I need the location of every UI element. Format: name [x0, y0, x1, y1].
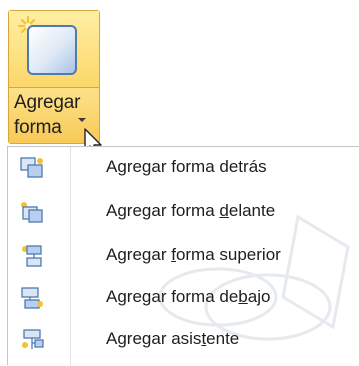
shape-below-icon	[21, 287, 43, 309]
menu-item-label: Agregar forma delante	[106, 201, 276, 220]
shape-ahead-icon	[21, 202, 43, 223]
shape-icon	[27, 25, 77, 75]
caret-down-icon[interactable]	[78, 118, 86, 122]
add-shape-label-line2: forma	[14, 117, 62, 138]
menu-item-add-assistant[interactable]: Agregar asistente	[8, 319, 359, 359]
add-shape-split-button[interactable]: Agregar forma	[8, 10, 100, 144]
menu-item-add-shape-above[interactable]: Agregar forma superior	[8, 235, 359, 275]
menu-item-add-shape-behind[interactable]: Agregar forma detrás	[8, 147, 359, 187]
add-shape-menu: Agregar forma detrás Agregar forma delan…	[7, 146, 359, 366]
menu-item-label: Agregar asistente	[106, 329, 240, 348]
assistant-icon	[22, 329, 44, 349]
menu-item-label: Agregar forma detrás	[106, 157, 267, 176]
shape-behind-icon	[20, 157, 43, 178]
shape-above-icon	[22, 245, 42, 267]
menu-item-add-shape-below[interactable]: Agregar forma debajo	[8, 277, 359, 317]
menu-item-label: Agregar forma superior	[106, 245, 281, 264]
menu-item-label: Agregar forma debajo	[106, 287, 271, 306]
add-shape-button[interactable]	[9, 11, 99, 88]
add-shape-label-line1: Agregar	[14, 92, 81, 113]
menu-item-add-shape-ahead[interactable]: Agregar forma delante	[8, 191, 359, 231]
